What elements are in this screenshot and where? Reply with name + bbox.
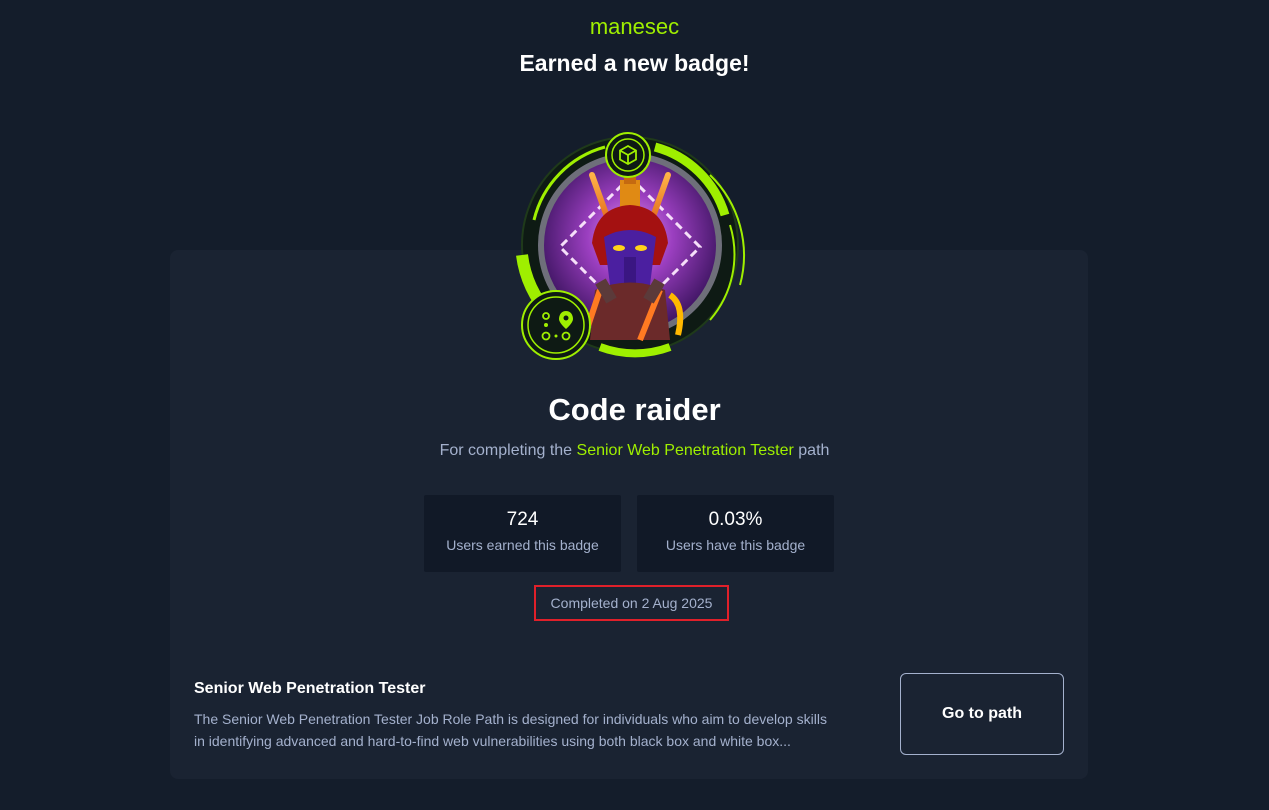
stat-label: Users earned this badge [446,537,599,553]
badge-description-prefix: For completing the [439,442,577,459]
path-title: Senior Web Penetration Tester [194,680,426,697]
page-title: Earned a new badge! [519,50,750,76]
go-to-path-button[interactable]: Go to path [900,673,1064,755]
badge-path-link: Senior Web Penetration Tester [576,442,794,459]
badge-image [510,125,750,370]
username: manesec [589,14,680,39]
badge-description-suffix: path [793,442,830,459]
completed-date: Completed on 2 Aug 2025 [534,585,729,621]
stat-value: 724 [506,509,539,530]
badge-illustration [516,132,745,360]
stat-users-earned: 724 Users earned this badge [424,495,621,572]
badge-description: For completing the Senior Web Penetratio… [0,442,1269,460]
badge-title: Code raider [548,392,721,427]
path-map-icon [521,290,591,360]
stat-users-percent: 0.03% Users have this badge [637,495,834,572]
badge-earned-page: manesec Earned a new badge! Code raider … [0,0,1269,810]
cube-icon [605,132,651,178]
path-description: The Senior Web Penetration Tester Job Ro… [194,711,827,749]
stat-label: Users have this badge [665,537,806,553]
stat-value: 0.03% [708,509,763,530]
